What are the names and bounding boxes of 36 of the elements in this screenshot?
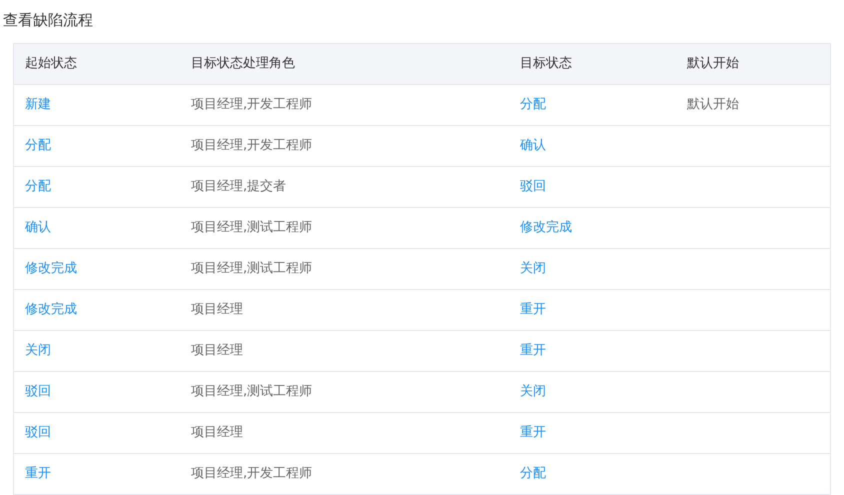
- page-title: 查看缺陷流程: [3, 10, 93, 32]
- status-link[interactable]: 关闭: [520, 382, 546, 402]
- column-header: 默认开始: [687, 55, 739, 74]
- column-header: 起始状态: [25, 55, 77, 74]
- table-cell-text: 默认开始: [687, 96, 739, 114]
- status-link[interactable]: 关闭: [520, 259, 546, 279]
- table-cell-text: 项目经理,测试工程师: [191, 219, 312, 238]
- column-header: 目标状态: [520, 55, 572, 74]
- status-link[interactable]: 重开: [520, 423, 546, 443]
- table-cell-text: 项目经理,开发工程师: [191, 465, 312, 484]
- status-link[interactable]: 分配: [25, 136, 51, 156]
- table-cell-text: 项目经理: [191, 342, 243, 360]
- status-link[interactable]: 修改完成: [520, 218, 572, 238]
- status-link[interactable]: 修改完成: [25, 300, 77, 320]
- table-cell-text: 项目经理,测试工程师: [191, 260, 312, 278]
- status-link[interactable]: 新建: [25, 95, 51, 115]
- table-cell-text: 项目经理: [191, 424, 243, 442]
- status-link[interactable]: 确认: [520, 136, 546, 156]
- status-link[interactable]: 修改完成: [25, 259, 77, 279]
- status-link[interactable]: 分配: [520, 464, 546, 484]
- status-link[interactable]: 分配: [520, 95, 546, 115]
- column-header: 目标状态处理角色: [191, 55, 295, 74]
- table-cell-text: 项目经理,开发工程师: [191, 137, 312, 156]
- status-link[interactable]: 分配: [25, 177, 51, 197]
- status-link[interactable]: 重开: [25, 464, 51, 484]
- status-link[interactable]: 确认: [25, 218, 51, 238]
- table-cell-text: 项目经理,提交者: [191, 178, 286, 196]
- status-link[interactable]: 重开: [520, 300, 546, 320]
- table-cell-text: 项目经理,开发工程师: [191, 96, 312, 114]
- status-link[interactable]: 驳回: [520, 177, 546, 197]
- status-link[interactable]: 驳回: [25, 423, 51, 443]
- status-link[interactable]: 重开: [520, 341, 546, 361]
- status-link[interactable]: 驳回: [25, 382, 51, 402]
- status-link[interactable]: 关闭: [25, 341, 51, 361]
- table-cell-text: 项目经理: [191, 301, 243, 320]
- table-cell-text: 项目经理,测试工程师: [191, 383, 312, 402]
